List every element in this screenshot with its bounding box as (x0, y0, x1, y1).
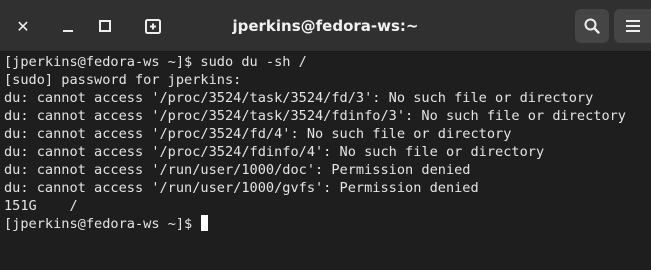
terminal-line: 151G / (4, 198, 78, 214)
window-title: jperkins@fedora-ws:~ (232, 17, 419, 35)
terminal-line: du: cannot access '/proc/3524/task/3524/… (4, 90, 594, 106)
new-tab-icon[interactable] (137, 10, 169, 42)
terminal-line: du: cannot access '/proc/3524/task/3524/… (4, 108, 626, 124)
maximize-icon[interactable] (92, 13, 118, 39)
terminal-output[interactable]: [jperkins@fedora-ws ~]$ sudo du -sh / [s… (0, 52, 651, 270)
terminal-window: ✕ jperkins@fedora-ws:~ [jperkins@fedora-… (0, 0, 651, 270)
search-icon[interactable] (575, 9, 609, 43)
terminal-line: du: cannot access '/run/user/1000/gvfs':… (4, 180, 479, 196)
terminal-line: [jperkins@fedora-ws ~]$ sudo du -sh / (4, 54, 307, 70)
close-icon[interactable]: ✕ (10, 13, 36, 39)
terminal-line: [sudo] password for jperkins: (4, 72, 242, 88)
text-cursor (201, 215, 209, 231)
terminal-line: du: cannot access '/run/user/1000/doc': … (4, 162, 471, 178)
shell-prompt: [jperkins@fedora-ws ~]$ (4, 216, 201, 232)
header-bar: ✕ jperkins@fedora-ws:~ (0, 0, 651, 52)
hamburger-menu-icon[interactable] (614, 9, 651, 43)
minimize-icon[interactable] (55, 13, 81, 39)
terminal-line: du: cannot access '/proc/3524/fdinfo/4':… (4, 144, 545, 160)
prompt-line[interactable]: [jperkins@fedora-ws ~]$ (4, 215, 651, 233)
terminal-line: du: cannot access '/proc/3524/fd/4': No … (4, 126, 512, 142)
